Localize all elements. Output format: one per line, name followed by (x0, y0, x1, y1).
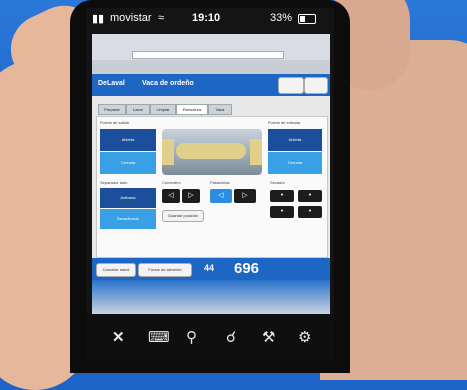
separator-off-button[interactable]: Desactivado (100, 209, 156, 229)
dryer-label: Secador (270, 180, 285, 185)
feeder-label: Comedero (162, 180, 181, 185)
belt-right-arrow[interactable]: ▷ (234, 189, 256, 203)
browser-titlebar (92, 34, 330, 49)
header-button-1[interactable] (278, 77, 304, 94)
feeder-left-arrow[interactable]: ◁ (162, 189, 180, 203)
header-button-2[interactable] (304, 77, 328, 94)
status-bar: ▮▮ movistar ≈ 19:10 33% (86, 8, 334, 30)
tab-estructura[interactable]: Estructura (176, 104, 208, 115)
dryer-button-4[interactable]: • (298, 206, 322, 218)
save-position-button[interactable]: Guardar posición (162, 210, 204, 222)
milking-stall-illustration (162, 129, 262, 175)
tab-limpiar[interactable]: Limpiar (150, 104, 176, 115)
clock-label: 19:10 (192, 12, 221, 24)
gate-left-open-button[interactable]: Abierta (100, 129, 156, 151)
battery-label: 33% (270, 12, 293, 24)
gate-right-closed-button[interactable]: Cerrada (268, 152, 322, 174)
footer-scroll-strip (92, 280, 330, 314)
dryer-button-2[interactable]: • (298, 190, 322, 202)
app-header: DeLaval Vaca de ordeño (92, 74, 330, 96)
feeder-right-arrow[interactable]: ▷ (182, 189, 200, 203)
belt-label: Pasacintas (210, 180, 230, 185)
signal-icon: ▮▮ (92, 13, 105, 25)
gate-right-label: Puerta de entrada (268, 120, 301, 125)
battery-icon (298, 14, 316, 24)
page-title: Vaca de ordeño (142, 80, 194, 87)
gate-left-label: Puerta de salida (100, 120, 129, 125)
settings-gear-icon[interactable]: ⚙ (298, 328, 311, 346)
tab-vaca[interactable]: Vaca (208, 104, 232, 115)
force-feed-button[interactable]: Forzar de alimento (138, 263, 192, 277)
wifi-icon: ≈ (158, 12, 165, 24)
web-view[interactable]: DeLaval Vaca de ordeño Preparar Lavar Li… (92, 34, 330, 314)
phone-screen: ▮▮ movistar ≈ 19:10 33% DeLaval Vaca de … (86, 8, 334, 360)
belt-left-arrow[interactable]: ◁ (210, 189, 232, 203)
wrench-icon[interactable]: ⚒ (262, 328, 275, 346)
carrier-label: movistar (110, 12, 152, 24)
brand-logo: DeLaval (98, 80, 125, 87)
keyboard-icon[interactable]: ⌨ (148, 328, 170, 346)
counter-small: 44 (204, 263, 215, 273)
gate-right-open-button[interactable]: Abierta (268, 129, 322, 151)
counter-big: 696 (234, 260, 260, 277)
dryer-button-1[interactable]: • (270, 190, 294, 202)
tab-preparar[interactable]: Preparar (98, 104, 126, 115)
search-icon[interactable]: ⚲ (186, 328, 197, 346)
separator-on-button[interactable]: Activado (100, 188, 156, 208)
zoom-icon[interactable]: ☌ (226, 328, 236, 346)
gate-left-closed-button[interactable]: Cerrada (100, 152, 156, 174)
footer-bar: Cancelar salud Forzar de alimento 44 696 (92, 258, 330, 280)
tab-lavar[interactable]: Lavar (126, 104, 150, 115)
browser-toolbar (92, 60, 330, 74)
cancel-health-button[interactable]: Cancelar salud (96, 263, 136, 277)
browser-bottom-toolbar: ✕ ⌨ ⚲ ☌ ⚒ ⚙ (86, 314, 334, 360)
dryer-button-3[interactable]: • (270, 206, 294, 218)
separator-label: Separador lado (100, 180, 128, 185)
close-icon[interactable]: ✕ (112, 328, 125, 346)
